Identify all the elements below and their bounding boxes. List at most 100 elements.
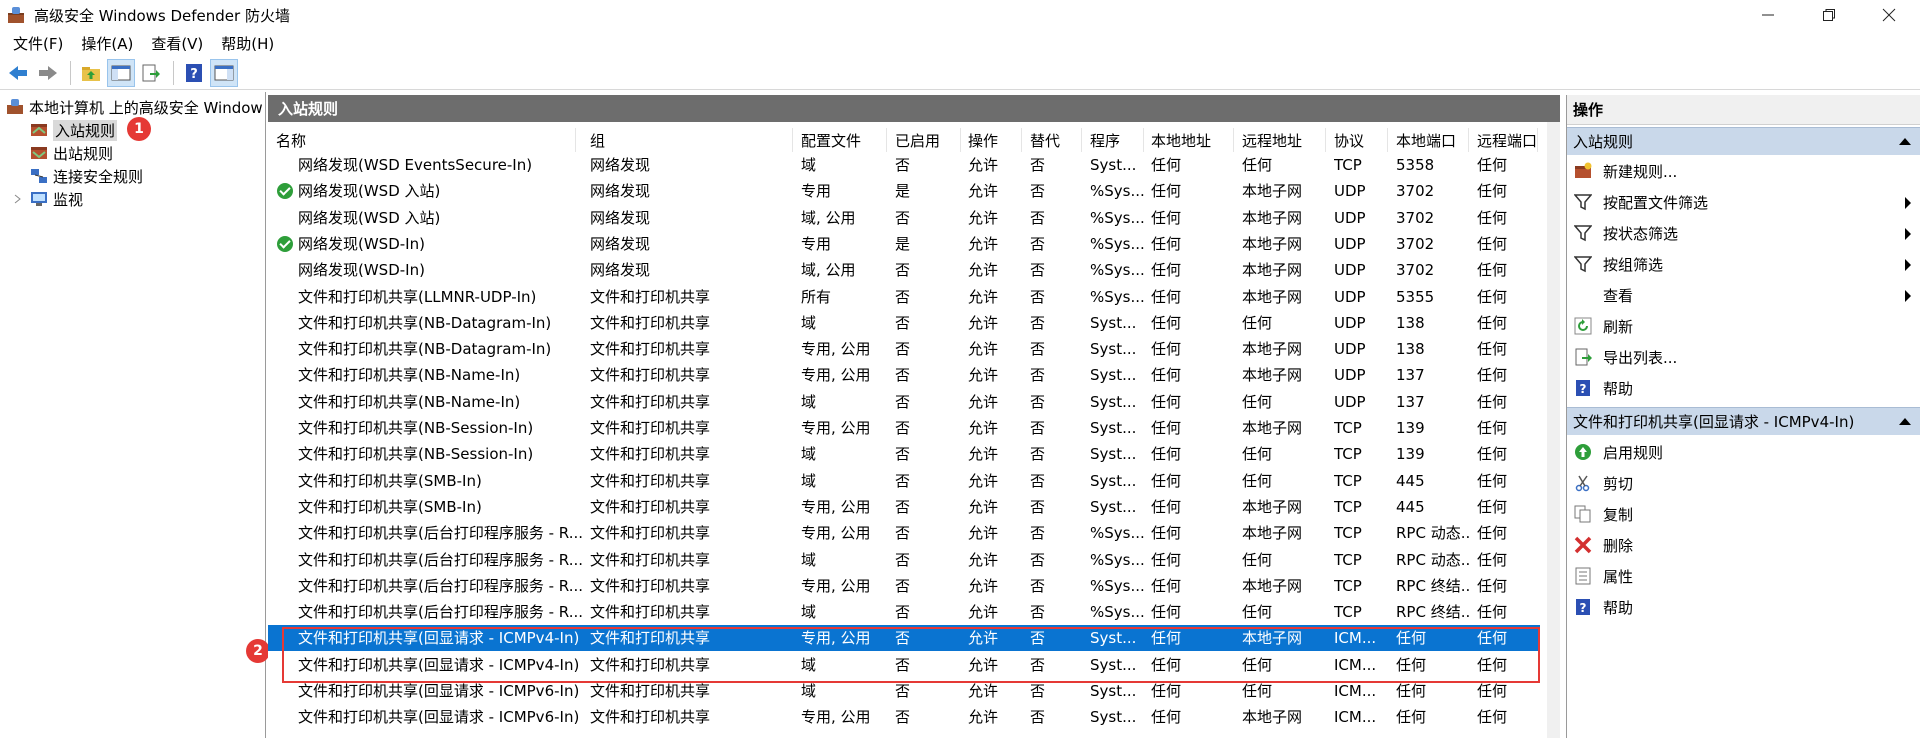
table-row[interactable]: 文件和打印机共享(NB-Datagram-In) 文件和打印机共享 专用, 公用 否 允… xyxy=(268,336,1540,362)
action-item[interactable]: 按状态筛选 xyxy=(1567,218,1920,248)
action-label: 属性 xyxy=(1603,567,1634,586)
show-hide-tree-button[interactable] xyxy=(107,58,135,87)
minimize-button[interactable] xyxy=(1739,0,1797,30)
table-row[interactable]: 网络发现(WSD 入站) 网络发现 专用 是 允许 否 %Sys... 任何 本地子网 UDP 37… xyxy=(268,178,1540,204)
column-header[interactable]: 名称 xyxy=(268,128,576,152)
column-header[interactable]: 远程地址 xyxy=(1234,128,1326,152)
table-cell: 否 xyxy=(1030,313,1046,332)
back-button[interactable] xyxy=(4,59,32,87)
column-header[interactable]: 本地地址 xyxy=(1143,128,1234,152)
table-cell: 允许 xyxy=(968,550,999,569)
table-cell: Syst... xyxy=(1090,392,1137,411)
column-header[interactable]: 本地端口 xyxy=(1388,128,1469,152)
column-header[interactable]: 已启用 xyxy=(887,128,961,152)
menu-file[interactable]: 文件(F) xyxy=(4,33,72,54)
table-cell: 任何 xyxy=(1242,313,1273,332)
table-cell: 文件和打印机共享(后台打印程序服务 - R... xyxy=(298,576,583,595)
table-cell: TCP xyxy=(1334,576,1362,595)
annotation-badge-2: 2 xyxy=(246,639,270,663)
close-button[interactable] xyxy=(1860,0,1918,30)
table-cell: TCP xyxy=(1334,445,1362,464)
table-cell: 任何 xyxy=(1242,471,1273,490)
column-header[interactable]: 组 xyxy=(582,128,793,152)
table-cell: 任何 xyxy=(1477,234,1508,253)
menu-view[interactable]: 查看(V) xyxy=(142,33,212,54)
action-item[interactable]: 属性 xyxy=(1567,561,1920,591)
table-row[interactable]: 文件和打印机共享(SMB-In) 文件和打印机共享 域 否 允许 否 Syst... 任何 任何… xyxy=(268,468,1540,494)
action-item[interactable]: 复制 xyxy=(1567,499,1920,529)
tree-item-outbound-rules[interactable]: 出站规则 xyxy=(30,142,113,164)
action-item[interactable]: 按配置文件筛选 xyxy=(1567,187,1920,217)
table-row[interactable]: 网络发现(WSD 入站) 网络发现 域, 公用 否 允许 否 %Sys... 任何 本地子网 UD… xyxy=(268,205,1540,231)
table-cell: 任何 xyxy=(1477,208,1508,227)
table-row[interactable]: 文件和打印机共享(NB-Session-In) 文件和打印机共享 域 否 允许 否 Syst… xyxy=(268,441,1540,467)
table-cell: 否 xyxy=(1030,234,1046,253)
export-list-button[interactable] xyxy=(137,59,165,87)
table-row[interactable]: 文件和打印机共享(LLMNR-UDP-In) 文件和打印机共享 所有 否 允许 否 %Sys… xyxy=(268,284,1540,310)
collapse-icon[interactable] xyxy=(1899,418,1911,425)
connection-security-icon xyxy=(31,169,47,183)
table-row[interactable]: 文件和打印机共享(后台打印程序服务 - R... 文件和打印机共享 专用, 公用 否 允… xyxy=(268,520,1540,546)
action-item[interactable]: 启用规则 xyxy=(1567,437,1920,467)
table-row[interactable]: 文件和打印机共享(后台打印程序服务 - R... 文件和打印机共享 域 否 允许 否 %Sy… xyxy=(268,599,1540,625)
menu-action[interactable]: 操作(A) xyxy=(72,33,142,54)
table-cell: 否 xyxy=(895,419,911,437)
action-item[interactable]: 导出列表... xyxy=(1567,342,1920,372)
action-item[interactable]: 查看 xyxy=(1567,280,1920,310)
column-header[interactable]: 替代 xyxy=(1022,128,1082,152)
action-item[interactable]: 按组筛选 xyxy=(1567,249,1920,279)
enable-icon xyxy=(1575,444,1591,460)
table-cell: 网络发现 xyxy=(590,261,651,280)
submenu-arrow-icon xyxy=(1905,197,1911,209)
table-row[interactable]: 网络发现(WSD-In) 网络发现 域, 公用 否 允许 否 %Sys... 任何 本地子网 UD… xyxy=(268,257,1540,283)
column-header[interactable]: 程序 xyxy=(1082,128,1144,152)
table-cell: 域 xyxy=(801,471,817,490)
action-item[interactable]: ? 帮助 xyxy=(1567,592,1920,622)
tree-root[interactable]: 本地计算机 上的高级安全 Window xyxy=(6,96,263,118)
table-row[interactable]: 文件和打印机共享(NB-Name-In) 文件和打印机共享 域 否 允许 否 Syst...… xyxy=(268,389,1540,415)
action-item[interactable]: 新建规则... xyxy=(1567,156,1920,186)
table-cell: 本地子网 xyxy=(1242,419,1303,437)
action-item[interactable]: ? 帮助 xyxy=(1567,373,1920,403)
svg-text:?: ? xyxy=(1580,382,1587,396)
menu-help[interactable]: 帮助(H) xyxy=(212,33,283,54)
tree-item-monitoring[interactable]: 监视 xyxy=(12,188,83,210)
column-header[interactable]: 操作 xyxy=(960,128,1022,152)
table-cell: 允许 xyxy=(968,261,999,280)
up-folder-button[interactable] xyxy=(77,59,105,87)
maximize-button[interactable] xyxy=(1800,0,1858,30)
column-header[interactable]: 远程端口 xyxy=(1469,128,1538,152)
tree-item-label: 连接安全规则 xyxy=(53,167,144,186)
table-row[interactable]: 网络发现(WSD-In) 网络发现 专用 是 允许 否 %Sys... 任何 本地子网 UDP 37… xyxy=(268,231,1540,257)
column-header[interactable]: 配置文件 xyxy=(793,128,887,152)
table-cell: 文件和打印机共享 xyxy=(590,419,711,437)
table-row[interactable]: 文件和打印机共享(NB-Name-In) 文件和打印机共享 专用, 公用 否 允许 否 Sy… xyxy=(268,362,1540,388)
action-item[interactable]: 刷新 xyxy=(1567,311,1920,341)
actions-section-selected-rule[interactable]: 文件和打印机共享(回显请求 - ICMPv4-In) xyxy=(1567,407,1920,435)
help-icon: ? xyxy=(1576,599,1590,615)
table-row[interactable]: 文件和打印机共享(后台打印程序服务 - R... 文件和打印机共享 域 否 允许 否 %Sy… xyxy=(268,547,1540,573)
table-row[interactable]: 文件和打印机共享(回显请求 - ICMPv6-In) 文件和打印机共享 专用, 公用… xyxy=(268,704,1540,730)
actions-section-inbound[interactable]: 入站规则 xyxy=(1567,127,1920,155)
table-cell: Syst... xyxy=(1090,340,1137,359)
table-row[interactable]: 网络发现(WSD EventsSecure-In) 网络发现 域 否 允许 否 Syst..… xyxy=(268,152,1540,178)
table-row[interactable]: 文件和打印机共享(后台打印程序服务 - R... 文件和打印机共享 专用, 公用 否 允… xyxy=(268,573,1540,599)
table-cell: 专用, 公用 xyxy=(801,419,871,437)
table-cell: 3702 xyxy=(1396,261,1435,280)
table-row[interactable]: 文件和打印机共享(NB-Datagram-In) 文件和打印机共享 域 否 允许 否 Sys… xyxy=(268,310,1540,336)
collapse-icon[interactable] xyxy=(1899,138,1911,145)
column-header[interactable]: 协议 xyxy=(1326,128,1388,152)
tree-item-connection-security-rules[interactable]: 连接安全规则 xyxy=(30,165,143,187)
show-hide-action-pane-button[interactable] xyxy=(210,58,238,87)
action-item[interactable]: 剪切 xyxy=(1567,468,1920,498)
tree-item-inbound-rules[interactable]: 入站规则 xyxy=(30,119,118,141)
table-cell: 文件和打印机共享 xyxy=(590,445,711,464)
vertical-scrollbar[interactable] xyxy=(1547,122,1560,738)
help-button[interactable]: ? xyxy=(180,59,208,87)
table-row[interactable]: 文件和打印机共享(NB-Session-In) 文件和打印机共享 专用, 公用 否 允许… xyxy=(268,415,1540,441)
table-row[interactable]: 文件和打印机共享(SMB-In) 文件和打印机共享 专用, 公用 否 允许 否 Syst..… xyxy=(268,494,1540,520)
table-cell: RPC 终结... xyxy=(1396,576,1471,595)
table-cell: 专用, 公用 xyxy=(801,708,871,727)
forward-button[interactable] xyxy=(34,59,62,87)
action-item[interactable]: 删除 xyxy=(1567,530,1920,560)
